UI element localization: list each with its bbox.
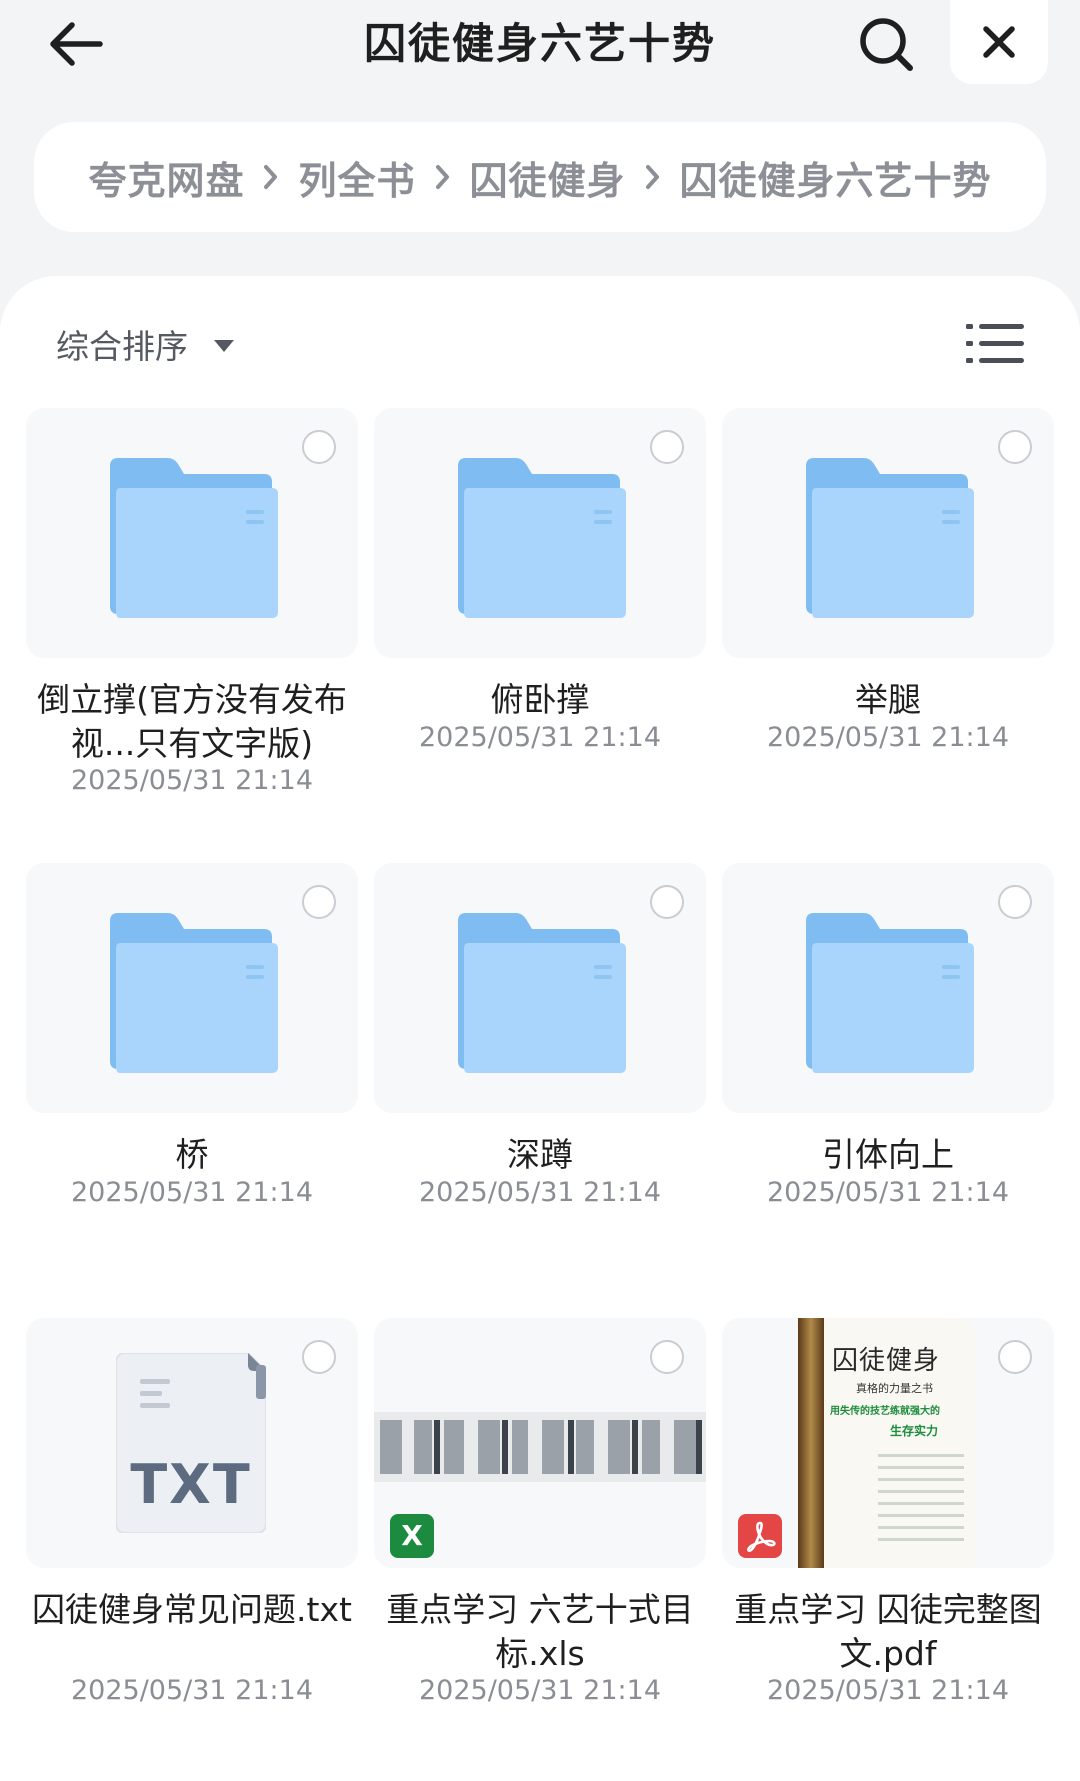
caret-down-icon [214, 340, 234, 352]
file-name: 俯卧撑 [490, 680, 590, 719]
pdf-icon [738, 1514, 782, 1558]
folder-thumbnail [374, 863, 706, 1113]
breadcrumb: 夸克网盘 列全书 囚徒健身 囚徒健身六艺十势 [34, 122, 1046, 232]
folder-thumbnail [722, 408, 1054, 658]
select-checkbox[interactable] [650, 430, 684, 464]
select-checkbox[interactable] [302, 885, 336, 919]
top-bar: 囚徒健身六艺十势 [0, 0, 1080, 110]
breadcrumb-item-current[interactable]: 囚徒健身六艺十势 [680, 150, 992, 205]
breadcrumb-item-books[interactable]: 列全书 [298, 150, 415, 205]
file-date: 2025/05/31 21:14 [70, 1177, 313, 1208]
file-browser-panel: 综合排序 倒立撑(官方没有发布视...只有文字版) 2025/05/31 21:… [0, 276, 1080, 1781]
folder-thumbnail [722, 863, 1054, 1113]
select-checkbox[interactable] [650, 1340, 684, 1374]
cover-title: 囚徒健身 [832, 1346, 941, 1376]
select-checkbox[interactable] [302, 1340, 336, 1374]
close-button[interactable] [950, 0, 1048, 84]
close-icon [983, 26, 1015, 58]
file-item[interactable]: 俯卧撑 2025/05/31 21:14 [374, 408, 706, 838]
folder-thumbnail [26, 408, 358, 658]
arrow-left-icon [50, 22, 103, 66]
folder-icon [458, 458, 626, 618]
cover-tagline-2: 生存实力 [890, 1424, 939, 1438]
folder-thumbnail [374, 408, 706, 658]
file-item[interactable]: 囚徒健身 真格的力量之书 用失传的技艺练就强大的 生存实力 重点学习 囚徒完整图… [722, 1318, 1054, 1748]
file-date: 2025/05/31 21:14 [70, 765, 313, 796]
breadcrumb-item-convict-conditioning[interactable]: 囚徒健身 [470, 150, 626, 205]
file-item[interactable]: 倒立撑(官方没有发布视...只有文字版) 2025/05/31 21:14 [26, 408, 358, 838]
folder-icon [806, 913, 974, 1073]
select-checkbox[interactable] [998, 1340, 1032, 1374]
txt-thumbnail: TXT [26, 1318, 358, 1568]
cover-text-lines [878, 1454, 964, 1550]
back-button[interactable] [42, 10, 110, 78]
folder-icon [458, 913, 626, 1073]
file-item[interactable]: 桥 2025/05/31 21:14 [26, 863, 358, 1293]
txt-label: TXT [130, 1453, 252, 1516]
sort-label: 综合排序 [56, 327, 188, 366]
file-date: 2025/05/31 21:14 [766, 1675, 1009, 1706]
list-view-icon [966, 324, 1024, 363]
search-icon [860, 18, 913, 71]
file-date: 2025/05/31 21:14 [766, 1177, 1009, 1208]
file-item[interactable]: 引体向上 2025/05/31 21:14 [722, 863, 1054, 1293]
page-title: 囚徒健身六艺十势 [363, 19, 716, 68]
file-date: 2025/05/31 21:14 [418, 1675, 661, 1706]
file-item[interactable]: 深蹲 2025/05/31 21:14 [374, 863, 706, 1293]
pdf-thumbnail: 囚徒健身 真格的力量之书 用失传的技艺练就强大的 生存实力 [722, 1318, 1054, 1568]
file-date: 2025/05/31 21:14 [70, 1675, 313, 1706]
search-button[interactable] [848, 6, 924, 82]
chevron-right-icon [416, 164, 470, 190]
file-date: 2025/05/31 21:14 [418, 722, 661, 753]
select-checkbox[interactable] [998, 885, 1032, 919]
folder-thumbnail [26, 863, 358, 1113]
cover-ornament [798, 1318, 824, 1568]
file-name: 倒立撑(官方没有发布视...只有文字版) [37, 680, 347, 763]
file-item[interactable]: 举腿 2025/05/31 21:14 [722, 408, 1054, 838]
chevron-right-icon [244, 164, 298, 190]
select-checkbox[interactable] [302, 430, 336, 464]
file-name: 重点学习 囚徒完整图文.pdf [734, 1590, 1042, 1673]
breadcrumb-item-quark-drive[interactable]: 夸克网盘 [88, 150, 244, 205]
file-name: 囚徒健身常见问题.txt [32, 1590, 352, 1629]
folder-icon [806, 458, 974, 618]
select-checkbox[interactable] [650, 885, 684, 919]
spreadsheet-preview-image [374, 1412, 706, 1482]
chevron-right-icon [626, 164, 680, 190]
folder-icon [110, 458, 278, 618]
excel-icon: X [390, 1514, 434, 1558]
sort-dropdown[interactable]: 综合排序 [56, 318, 234, 370]
file-item[interactable]: X 重点学习 六艺十式目标.xls 2025/05/31 21:14 [374, 1318, 706, 1748]
file-name: 深蹲 [507, 1135, 573, 1174]
pdf-cover-image: 囚徒健身 真格的力量之书 用失传的技艺练就强大的 生存实力 [798, 1318, 976, 1568]
list-view-button[interactable] [966, 318, 1024, 370]
select-checkbox[interactable] [998, 430, 1032, 464]
file-item[interactable]: TXT 囚徒健身常见问题.txt 2025/05/31 21:14 [26, 1318, 358, 1748]
file-date: 2025/05/31 21:14 [418, 1177, 661, 1208]
file-name: 重点学习 六艺十式目标.xls [386, 1590, 694, 1673]
cover-tagline: 用失传的技艺练就强大的 [830, 1406, 940, 1417]
file-name: 桥 [175, 1135, 209, 1174]
cover-subtitle: 真格的力量之书 [856, 1382, 933, 1395]
folder-icon [110, 913, 278, 1073]
file-name: 引体向上 [822, 1135, 954, 1174]
file-date: 2025/05/31 21:14 [766, 722, 1009, 753]
xls-thumbnail: X [374, 1318, 706, 1568]
file-name: 举腿 [855, 680, 921, 719]
